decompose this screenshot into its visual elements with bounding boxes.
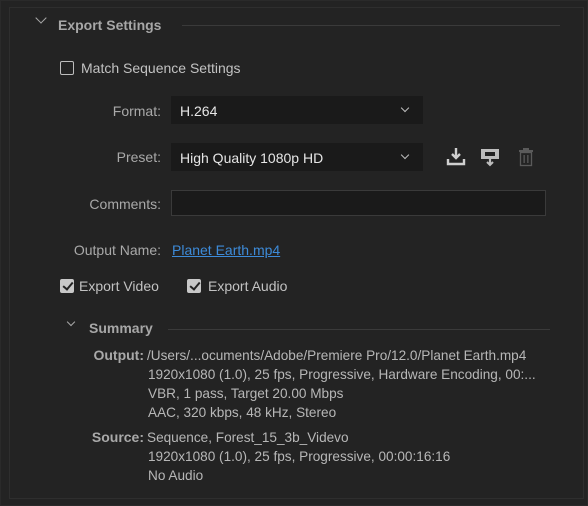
- import-icon[interactable]: [479, 146, 503, 168]
- summary-chevron-icon[interactable]: [66, 317, 76, 327]
- format-label: Format:: [112, 103, 161, 119]
- export-video-label: Export Video: [79, 278, 159, 294]
- summary-output-line: 1920x1080 (1.0), 25 fps, Progressive, Ha…: [148, 367, 536, 382]
- format-value: H.264: [180, 103, 218, 119]
- export-settings-panel: Export Settings Match Sequence Settings …: [9, 7, 584, 499]
- output-name-link[interactable]: Planet Earth.mp4: [172, 242, 280, 258]
- summary-output-line: AAC, 320 kbps, 48 kHz, Stereo: [148, 405, 337, 420]
- preset-value: High Quality 1080p HD: [180, 150, 324, 166]
- summary-title: Summary: [89, 320, 153, 336]
- preset-dropdown[interactable]: High Quality 1080p HD: [171, 143, 423, 171]
- summary-source-line: 1920x1080 (1.0), 25 fps, Progressive, 00…: [148, 449, 451, 464]
- summary-output-line: /Users/...ocuments/Adobe/Premiere Pro/12…: [147, 348, 527, 363]
- export-settings-window: Export Settings Match Sequence Settings …: [0, 0, 588, 506]
- output-name-label: Output Name:: [73, 242, 161, 258]
- section-title-export-settings: Export Settings: [58, 17, 162, 33]
- summary-output-label: Output:: [93, 347, 144, 363]
- summary-output-line: VBR, 1 pass, Target 20.00 Mbps: [148, 386, 344, 401]
- export-audio-label: Export Audio: [208, 278, 288, 294]
- summary-source-block: Sequence, Forest_15_3b_Videvo 1920x1080 …: [147, 428, 450, 485]
- format-dropdown[interactable]: H.264: [171, 96, 423, 124]
- export-video-checkbox[interactable]: [60, 279, 74, 293]
- summary-source-label: Source:: [91, 429, 144, 445]
- comments-label: Comments:: [89, 196, 161, 212]
- summary-source-line: Sequence, Forest_15_3b_Videvo: [147, 430, 349, 445]
- export-audio-checkbox[interactable]: [187, 279, 201, 293]
- trash-icon[interactable]: [517, 146, 535, 168]
- summary-source-line: No Audio: [148, 468, 204, 483]
- preset-label: Preset:: [116, 149, 161, 165]
- match-sequence-checkbox[interactable]: [60, 61, 74, 75]
- summary-divider: [168, 329, 550, 330]
- match-sequence-label: Match Sequence Settings: [81, 60, 241, 76]
- comments-field[interactable]: [171, 190, 546, 216]
- download-icon[interactable]: [445, 146, 467, 168]
- chevron-down-icon: [400, 103, 410, 113]
- section-divider: [182, 25, 560, 26]
- chevron-down-icon: [400, 150, 410, 160]
- summary-output-block: /Users/...ocuments/Adobe/Premiere Pro/12…: [147, 346, 536, 422]
- collapse-chevron-icon[interactable]: [35, 12, 47, 24]
